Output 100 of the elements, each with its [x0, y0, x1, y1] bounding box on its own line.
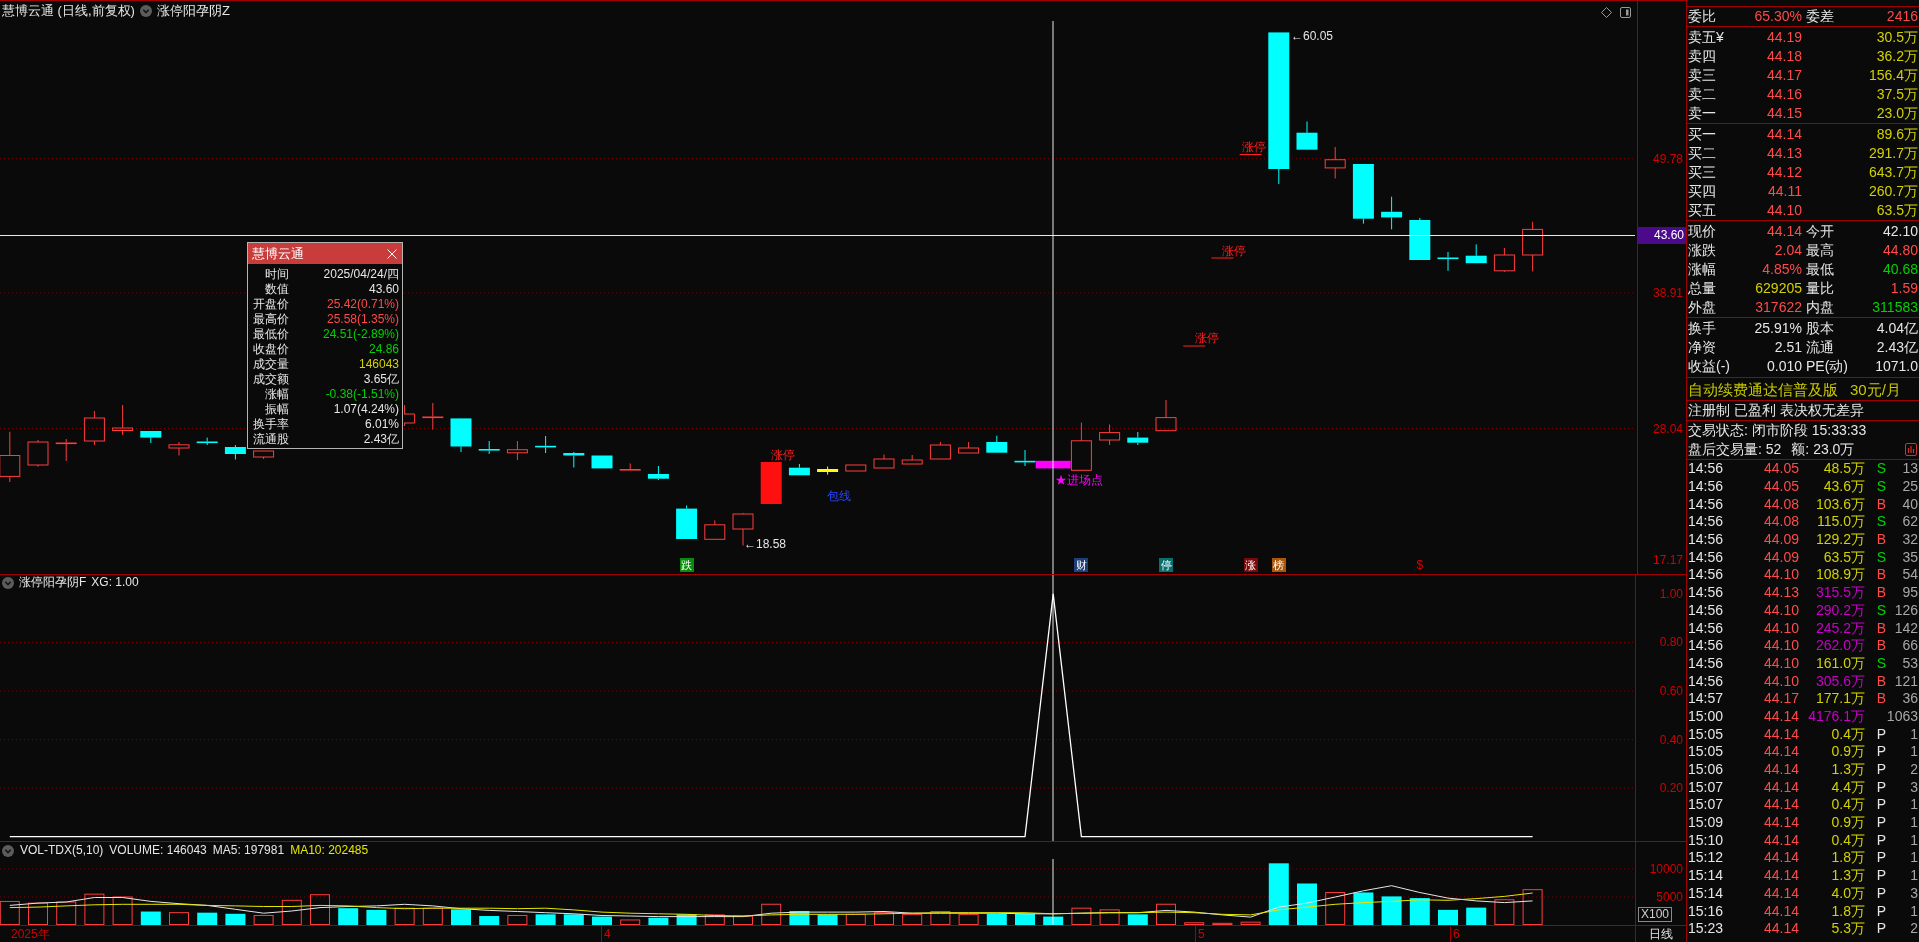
ask-volume: 30.5万	[1876, 29, 1918, 46]
trade-count: 62	[1901, 513, 1919, 531]
order-level-label: 买三	[1688, 164, 1716, 181]
trade-price: 44.14	[1762, 796, 1799, 814]
quote-value: 0.010	[1766, 358, 1802, 375]
trade-time: 15:07	[1687, 796, 1725, 814]
price-axis-label: 49.78	[1652, 151, 1683, 166]
axis-label: 10000	[1649, 861, 1683, 876]
axis-label: 0.80	[1659, 635, 1683, 650]
limit-up-label: 涨停	[1222, 244, 1246, 258]
axis-label: 1.00	[1659, 586, 1683, 601]
trade-count: 1	[1909, 902, 1919, 920]
quote-value: 311583	[1872, 299, 1918, 316]
trade-time: 14:56	[1687, 601, 1725, 619]
trade-time: 15:10	[1687, 831, 1725, 849]
order-level-label: 买四	[1688, 183, 1716, 200]
trade-time: 14:56	[1687, 531, 1725, 549]
trade-price: 44.10	[1762, 672, 1799, 690]
ask-volume: 37.5万	[1876, 86, 1918, 103]
chart-title: 慧博云通 (日线,前复权)	[2, 2, 135, 19]
order-level-label: 买二	[1688, 145, 1716, 162]
entry-signal-label: ★进场点	[1055, 473, 1103, 487]
ask-volume: 23.0万	[1876, 105, 1918, 122]
trade-time: 14:56	[1687, 460, 1725, 478]
trade-side: P	[1875, 831, 1886, 849]
trade-count: 13	[1901, 460, 1919, 478]
trade-volume: 161.0万	[1814, 654, 1865, 672]
trade-time: 14:56	[1687, 478, 1725, 496]
trade-price: 44.08	[1762, 513, 1799, 531]
quote-label: 总量	[1688, 280, 1716, 297]
trade-side: P	[1875, 796, 1886, 814]
trade-side: B	[1875, 566, 1886, 584]
order-level-label: 买一	[1688, 126, 1716, 143]
trade-time: 15:16	[1687, 902, 1725, 920]
trade-side: B	[1875, 619, 1886, 637]
bid-price: 44.13	[1766, 145, 1802, 162]
trade-time: 15:12	[1687, 849, 1725, 867]
trade-count: 40	[1901, 495, 1919, 513]
trade-side: B	[1875, 637, 1886, 655]
date-axis-label: 4	[604, 926, 611, 942]
trade-time: 15:05	[1687, 743, 1725, 761]
tooltip-label: 最高价	[252, 312, 289, 327]
tooltip-label: 开盘价	[252, 297, 289, 312]
quote-value: 2.51	[1774, 339, 1802, 356]
trade-volume: 4.0万	[1830, 884, 1865, 902]
trade-count: 25	[1901, 478, 1919, 496]
trade-count: 1	[1909, 867, 1919, 885]
quote-label: 涨跌	[1688, 242, 1716, 259]
tooltip-label: 振幅	[264, 402, 289, 417]
trade-volume: 115.0万	[1816, 513, 1865, 531]
quote-value: 40.68	[1882, 261, 1918, 278]
quote-value: 2.43亿	[1876, 339, 1918, 356]
quote-label: 内盘	[1806, 299, 1834, 316]
trade-volume: 305.6万	[1814, 672, 1865, 690]
trade-count: 35	[1901, 548, 1919, 566]
trade-volume: 43.6万	[1822, 478, 1865, 496]
trade-count: 3	[1909, 778, 1919, 796]
bid-volume: 89.6万	[1876, 126, 1918, 143]
quote-label: 委比	[1688, 8, 1716, 25]
trade-count: 1	[1909, 743, 1919, 761]
ask-price: 44.19	[1766, 29, 1802, 46]
price-axis-label: 17.17	[1652, 553, 1683, 567]
tooltip-value: 3.65亿	[362, 372, 400, 387]
tooltip-value: -0.38(-1.51%)	[324, 387, 400, 402]
limit-up-label: 涨停	[1195, 331, 1219, 345]
quote-label: 量比	[1806, 280, 1834, 297]
quote-label: 流通	[1806, 339, 1834, 356]
tooltip-value: 25.58(1.35%)	[325, 312, 400, 327]
trade-count: 2	[1909, 920, 1919, 938]
trade-time: 15:00	[1687, 707, 1725, 725]
trade-count: 1	[1909, 849, 1919, 867]
quote-label: PE(动)	[1806, 358, 1848, 375]
trade-volume: 0.9万	[1830, 743, 1865, 761]
trade-time: 14:56	[1687, 619, 1725, 637]
trade-time: 14:56	[1687, 654, 1725, 672]
quote-label: 今开	[1806, 223, 1834, 240]
trade-side: B	[1875, 690, 1886, 708]
trade-side: S	[1875, 460, 1886, 478]
trade-price: 44.14	[1762, 867, 1799, 885]
trade-price: 44.10	[1762, 601, 1799, 619]
trade-volume: 4.4万	[1830, 778, 1865, 796]
trading-status: 交易状态: 闭市阶段 15:33:33	[1688, 422, 1867, 439]
trade-volume: 63.5万	[1822, 548, 1865, 566]
quote-label: 换手	[1688, 320, 1716, 337]
volume-reading: MA10: 202485	[290, 843, 369, 858]
trade-price: 44.10	[1762, 566, 1799, 584]
quote-label: 股本	[1806, 320, 1834, 337]
ask-price: 44.15	[1766, 105, 1802, 122]
trade-volume: 4176.1万	[1807, 707, 1865, 725]
after-hours-amount: 额: 23.0万	[1791, 441, 1855, 458]
trade-price: 44.14	[1762, 778, 1799, 796]
trade-volume: 1.8万	[1830, 902, 1865, 920]
pattern-label: 包线	[827, 489, 851, 503]
quote-label: 现价	[1688, 223, 1716, 240]
quote-value: 44.14	[1766, 223, 1802, 240]
trade-volume: 245.2万	[1814, 619, 1865, 637]
trade-price: 44.14	[1762, 814, 1799, 832]
trade-time: 15:06	[1687, 761, 1725, 779]
tooltip-label: 换手率	[252, 417, 289, 432]
trade-time: 14:56	[1687, 566, 1725, 584]
